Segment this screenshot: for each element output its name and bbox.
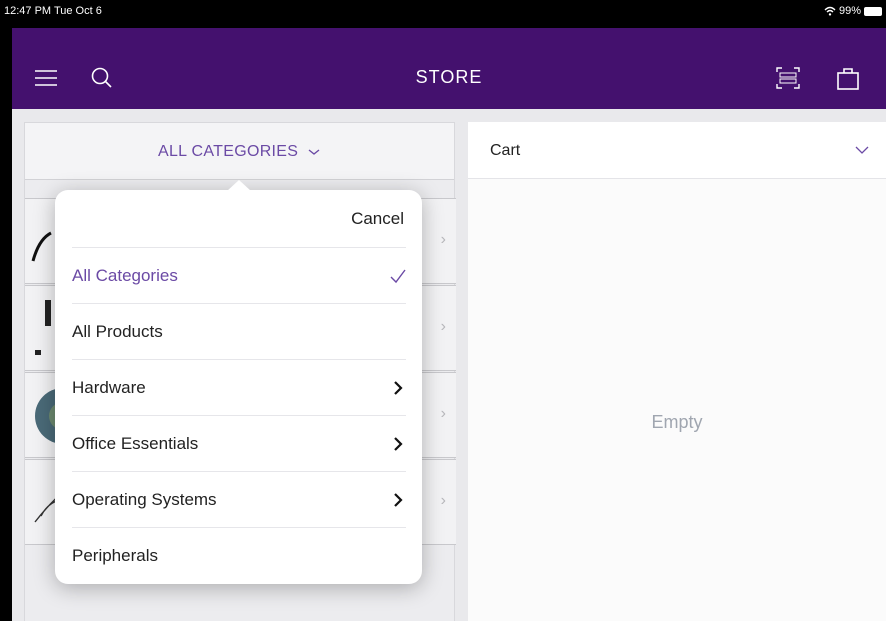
- menu-item-all-products[interactable]: All Products: [72, 303, 406, 359]
- top-navbar: STORE: [12, 28, 886, 109]
- status-bar: 12:47 PM Tue Oct 6 99%: [0, 0, 886, 28]
- chevron-right-icon: ›: [440, 492, 446, 509]
- shopping-bag-icon[interactable]: [834, 64, 862, 92]
- menu-item-label: Peripherals: [72, 546, 158, 565]
- status-time: 12:47 PM Tue Oct 6: [4, 5, 102, 17]
- category-selector-label: ALL CATEGORIES: [158, 143, 299, 160]
- page-title: STORE: [415, 67, 483, 87]
- chevron-right-icon: ›: [440, 405, 446, 422]
- wifi-icon: [824, 6, 836, 16]
- category-popover: Cancel All Categories All Products Hardw…: [55, 180, 422, 584]
- cart-label: Cart: [490, 142, 521, 159]
- cart-pane: Cart Empty: [468, 122, 886, 621]
- chevron-down-icon: [308, 149, 320, 155]
- menu-item-peripherals[interactable]: Peripherals: [72, 527, 406, 583]
- chevron-right-icon: ›: [440, 318, 446, 335]
- menu-item-label: Office Essentials: [72, 434, 199, 453]
- app-screen: STORE ALL CATEGORIES › › › › Cart Empty …: [12, 28, 886, 621]
- menu-item-hardware[interactable]: Hardware: [72, 359, 406, 415]
- category-selector[interactable]: ALL CATEGORIES: [25, 123, 454, 180]
- chevron-right-icon: [394, 493, 403, 507]
- menu-item-label: Operating Systems: [72, 490, 217, 509]
- menu-item-all-categories[interactable]: All Categories: [72, 247, 406, 303]
- menu-item-operating-systems[interactable]: Operating Systems: [72, 471, 406, 527]
- chevron-down-icon[interactable]: [854, 142, 870, 158]
- status-indicators: 99%: [824, 5, 882, 17]
- chevron-right-icon: [394, 381, 403, 395]
- menu-item-label: All Products: [72, 322, 163, 341]
- popover-arrow: [227, 180, 251, 191]
- cart-header[interactable]: Cart: [468, 122, 886, 179]
- cart-empty-message: Empty: [651, 412, 703, 432]
- cancel-button[interactable]: Cancel: [351, 209, 404, 229]
- barcode-scanner-icon[interactable]: [774, 64, 802, 92]
- battery-percent: 99%: [838, 5, 861, 17]
- menu-item-label: All Categories: [72, 266, 178, 285]
- menu-item-office-essentials[interactable]: Office Essentials: [72, 415, 406, 471]
- chevron-right-icon: ›: [440, 231, 446, 248]
- battery-icon: [864, 6, 882, 16]
- menu-item-label: Hardware: [72, 378, 146, 397]
- checkmark-icon: [390, 269, 406, 284]
- chevron-right-icon: [394, 437, 403, 451]
